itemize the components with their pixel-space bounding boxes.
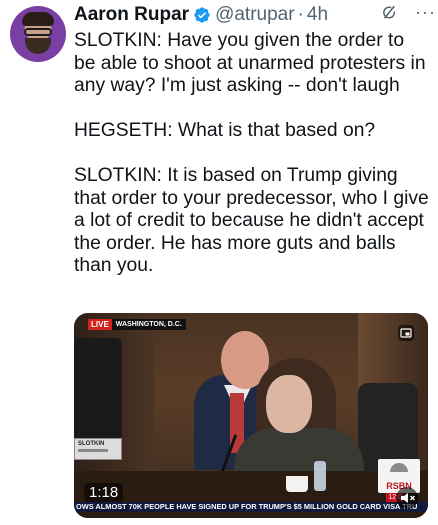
avatar[interactable]	[10, 6, 66, 62]
verified-badge-icon	[193, 6, 211, 24]
live-banner: LIVE WASHINGTON, D.C.	[88, 319, 186, 330]
video-player[interactable]: SLOTKIN LIVE WASHINGTON, D.C. RSBN 12:0 …	[74, 313, 428, 518]
video-duration: 1:18	[84, 483, 124, 502]
live-badge: LIVE	[88, 319, 112, 330]
volume-muted-icon[interactable]	[396, 487, 418, 509]
pip-icon[interactable]	[398, 325, 414, 341]
tweet-paragraph-3: SLOTKIN: It is based on Trump giving tha…	[74, 165, 435, 276]
avatar-beard	[25, 38, 51, 54]
tweet-text: SLOTKIN: Have you given the order to be …	[74, 30, 430, 278]
tweet-paragraph-1: SLOTKIN: Have you given the order to be …	[74, 30, 431, 96]
live-location: WASHINGTON, D.C.	[111, 319, 186, 330]
tweet-header: Aaron Rupar @atrupar · 4h	[74, 2, 430, 28]
separator-dot: ·	[297, 4, 304, 25]
tweet-paragraph-2: HEGSETH: What is that based on?	[74, 120, 376, 141]
author-handle[interactable]: @atrupar	[215, 4, 295, 26]
nameplate: SLOTKIN	[74, 438, 122, 460]
news-ticker: OWS ALMOST 70K PEOPLE HAVE SIGNED UP FOR…	[74, 502, 428, 512]
avatar-glasses	[24, 28, 52, 36]
avatar-hair	[22, 12, 54, 26]
grok-icon[interactable]	[380, 4, 398, 22]
author-name[interactable]: Aaron Rupar	[74, 4, 189, 26]
timestamp[interactable]: 4h	[307, 4, 328, 26]
more-icon[interactable]: ···	[415, 2, 436, 23]
